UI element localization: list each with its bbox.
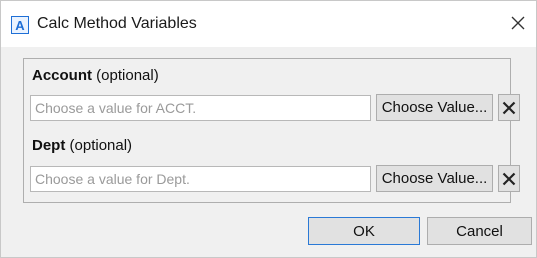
app-logo-icon: A — [11, 16, 29, 34]
app-icon-letter: A — [15, 17, 25, 33]
cancel-button[interactable]: Cancel — [427, 217, 532, 245]
dept-input[interactable] — [30, 166, 371, 192]
close-icon — [511, 16, 525, 30]
dept-label-name: Dept — [32, 137, 66, 154]
dept-choose-value-button[interactable]: Choose Value... — [376, 165, 493, 192]
window-title: Calc Method Variables — [37, 15, 197, 32]
dept-label: Dept (optional) — [32, 137, 132, 154]
account-label-name: Account — [32, 67, 92, 84]
variables-group: Account (optional) Choose Value... Dept … — [23, 58, 520, 203]
close-button[interactable] — [506, 11, 530, 35]
ok-button[interactable]: OK — [308, 217, 420, 245]
dept-label-qualifier: (optional) — [69, 137, 133, 154]
account-label: Account (optional) — [32, 67, 159, 84]
account-label-qualifier: (optional) — [96, 67, 159, 84]
account-clear-button[interactable] — [498, 94, 520, 121]
dept-clear-button[interactable] — [498, 165, 520, 192]
account-choose-value-button[interactable]: Choose Value... — [376, 94, 493, 121]
account-input[interactable] — [30, 95, 371, 121]
clear-x-icon — [502, 172, 516, 185]
title-bar: A Calc Method Variables — [1, 1, 536, 47]
clear-x-icon — [502, 101, 516, 114]
calc-method-variables-dialog: A Calc Method Variables Account (optiona… — [0, 0, 537, 258]
